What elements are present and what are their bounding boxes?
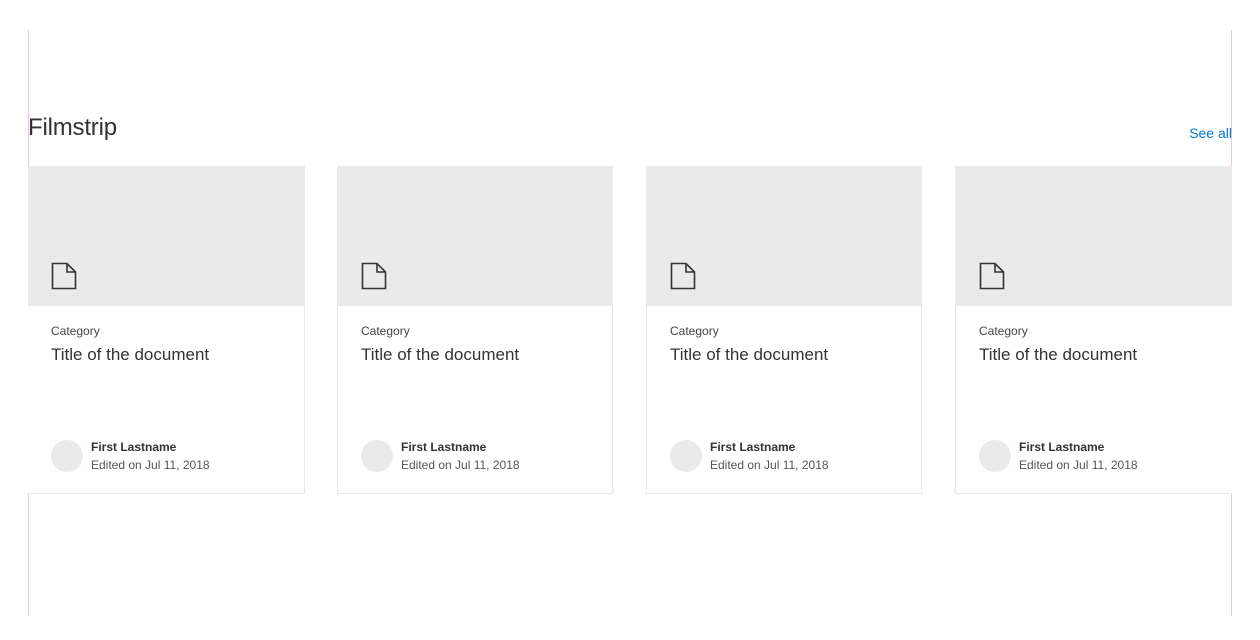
avatar	[361, 440, 393, 472]
document-preview	[647, 167, 921, 306]
document-icon	[51, 262, 77, 290]
edited-date: Edited on Jul 11, 2018	[401, 458, 520, 472]
card-title: Title of the document	[51, 345, 210, 364]
edited-date: Edited on Jul 11, 2018	[1019, 458, 1138, 472]
document-card[interactable]: Category Title of the document First Las…	[955, 166, 1232, 494]
document-card[interactable]: Category Title of the document First Las…	[28, 166, 305, 494]
card-details: Category Title of the document	[979, 323, 1216, 366]
filmstrip-section: Filmstrip See all Category Title of the …	[28, 110, 1232, 510]
document-preview	[338, 167, 612, 306]
card-details: Category Title of the document	[670, 323, 905, 366]
card-title: Title of the document	[670, 345, 829, 364]
filmstrip: Category Title of the document First Las…	[28, 166, 1232, 496]
author-name: First Lastname	[710, 440, 796, 454]
card-details: Category Title of the document	[361, 323, 596, 366]
document-icon	[361, 262, 387, 290]
document-preview	[28, 167, 304, 306]
author-name: First Lastname	[401, 440, 487, 454]
avatar	[670, 440, 702, 472]
see-all-link[interactable]: See all	[1189, 125, 1232, 141]
document-card[interactable]: Category Title of the document First Las…	[337, 166, 613, 494]
card-category: Category	[361, 324, 410, 338]
avatar	[979, 440, 1011, 472]
document-preview	[956, 167, 1232, 306]
card-category: Category	[979, 324, 1028, 338]
document-icon	[670, 262, 696, 290]
author-name: First Lastname	[1019, 440, 1105, 454]
edited-date: Edited on Jul 11, 2018	[91, 458, 210, 472]
section-title: Filmstrip	[28, 114, 117, 141]
author-name: First Lastname	[91, 440, 177, 454]
card-title: Title of the document	[979, 345, 1138, 364]
card-category: Category	[670, 324, 719, 338]
card-category: Category	[51, 324, 100, 338]
avatar	[51, 440, 83, 472]
card-title: Title of the document	[361, 345, 520, 364]
document-card[interactable]: Category Title of the document First Las…	[646, 166, 922, 494]
edited-date: Edited on Jul 11, 2018	[710, 458, 829, 472]
document-icon	[979, 262, 1005, 290]
card-details: Category Title of the document	[51, 323, 288, 366]
